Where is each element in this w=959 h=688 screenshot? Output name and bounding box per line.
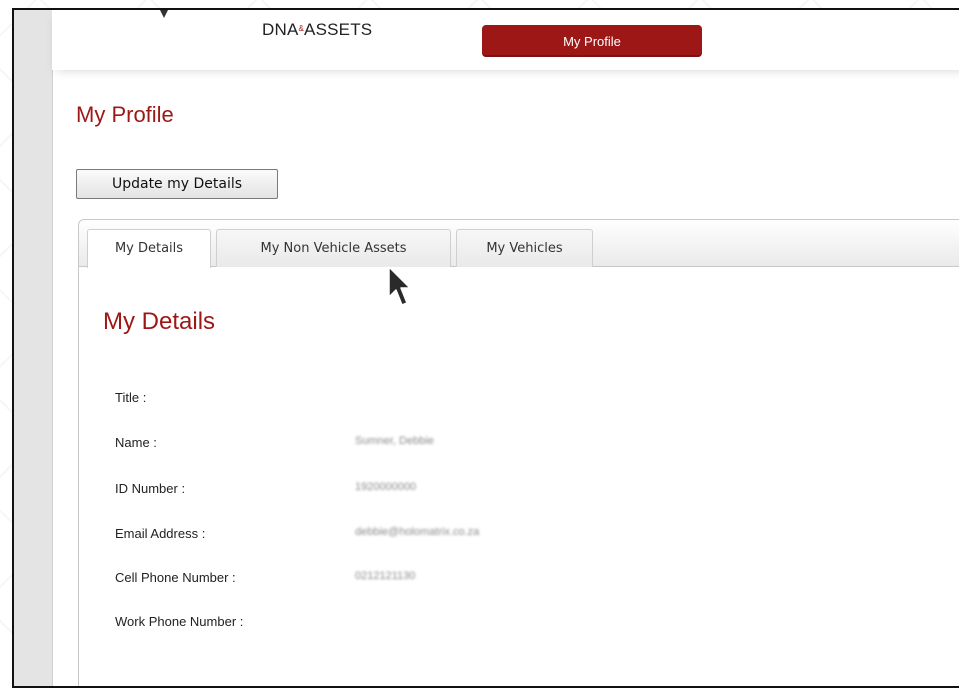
profile-tabs-panel: My Details My Non Vehicle Assets My Vehi… — [78, 219, 959, 686]
page-title: My Profile — [76, 102, 174, 127]
field-label: Title : — [115, 390, 147, 405]
tab-bar: My Details My Non Vehicle Assets My Vehi… — [79, 220, 959, 268]
site-header: DNA&ASSETS My Profile — [52, 10, 959, 70]
brand-logo[interactable]: DNA&ASSETS — [262, 20, 372, 40]
field-label: Work Phone Number : — [115, 614, 244, 629]
field-value: debbie@holomatrix.co.za — [355, 526, 480, 538]
field-value: 1920000000 — [355, 481, 417, 493]
section-title: My Details — [103, 308, 216, 335]
browser-content: DNA&ASSETS My Profile My Profile Update … — [12, 8, 959, 688]
field-label: Cell Phone Number : — [115, 570, 236, 585]
field-value: 0212121130 — [355, 570, 416, 582]
left-gutter — [14, 10, 53, 686]
tab-my-vehicles[interactable]: My Vehicles — [456, 229, 593, 267]
logo-mark-icon — [160, 10, 168, 18]
field-label: ID Number : — [115, 481, 186, 496]
tab-my-non-vehicle-assets[interactable]: My Non Vehicle Assets — [216, 229, 451, 267]
field-label: Email Address : — [115, 526, 206, 541]
update-details-button[interactable]: Update my Details — [76, 169, 278, 199]
field-label: Name : — [115, 435, 157, 450]
mouse-pointer-icon — [388, 266, 411, 306]
tab-my-details[interactable]: My Details — [87, 229, 211, 268]
field-value: Sumner, Debbie — [355, 435, 434, 447]
nav-tab-my-profile[interactable]: My Profile — [482, 25, 702, 57]
